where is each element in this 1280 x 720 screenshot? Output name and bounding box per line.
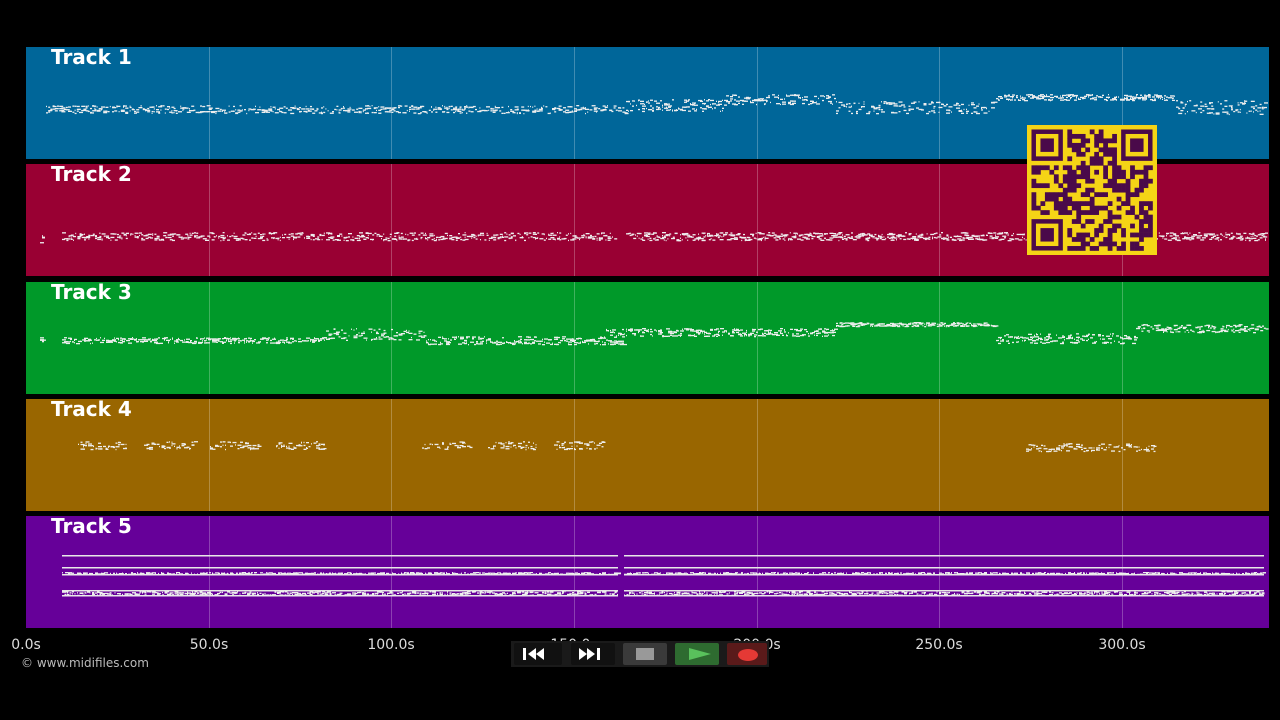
track-label: Track 5 xyxy=(51,516,132,538)
fast-forward-icon xyxy=(579,648,600,660)
record-icon xyxy=(738,649,758,661)
qr-code xyxy=(1027,125,1157,255)
time-tick-label: 50.0s xyxy=(189,637,229,653)
time-tick-label: 0.0s xyxy=(11,637,41,653)
rewind-icon xyxy=(523,648,544,660)
play-button[interactable] xyxy=(675,643,719,665)
qr-code-pattern xyxy=(1031,129,1153,251)
transport-controls xyxy=(511,641,769,667)
time-tick-label: 300.0s xyxy=(1098,637,1146,653)
fast-forward-button[interactable] xyxy=(571,643,615,665)
track-lane-4: Track 4 xyxy=(26,399,1269,511)
stop-icon xyxy=(636,648,654,660)
stop-button[interactable] xyxy=(623,643,667,665)
play-icon xyxy=(689,648,711,660)
track-lane-3: Track 3 xyxy=(26,282,1269,394)
midi-visualizer: Track 1 Track 2 Track 3 Track 4 Track 5 … xyxy=(0,0,1280,720)
track-3-notes xyxy=(40,322,1269,346)
track-label: Track 1 xyxy=(51,47,132,69)
copyright-text: © www.midifiles.com xyxy=(21,656,149,670)
record-button[interactable] xyxy=(727,643,767,665)
track-label: Track 2 xyxy=(51,164,132,186)
track-4-notes xyxy=(78,441,1157,453)
time-tick-label: 100.0s xyxy=(367,637,415,653)
track-label: Track 4 xyxy=(51,399,132,421)
rewind-button[interactable] xyxy=(514,643,562,665)
track-5-notes xyxy=(62,555,1266,597)
track-lane-5: Track 5 xyxy=(26,516,1269,628)
track-label: Track 3 xyxy=(51,282,132,304)
time-tick-label: 250.0s xyxy=(915,637,963,653)
